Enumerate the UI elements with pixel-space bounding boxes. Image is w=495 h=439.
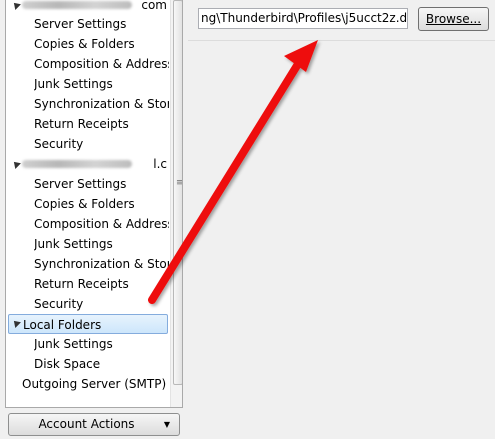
arrow-shaft [148, 60, 302, 304]
arrow-head-icon [284, 40, 318, 72]
annotation-arrow [148, 40, 318, 304]
